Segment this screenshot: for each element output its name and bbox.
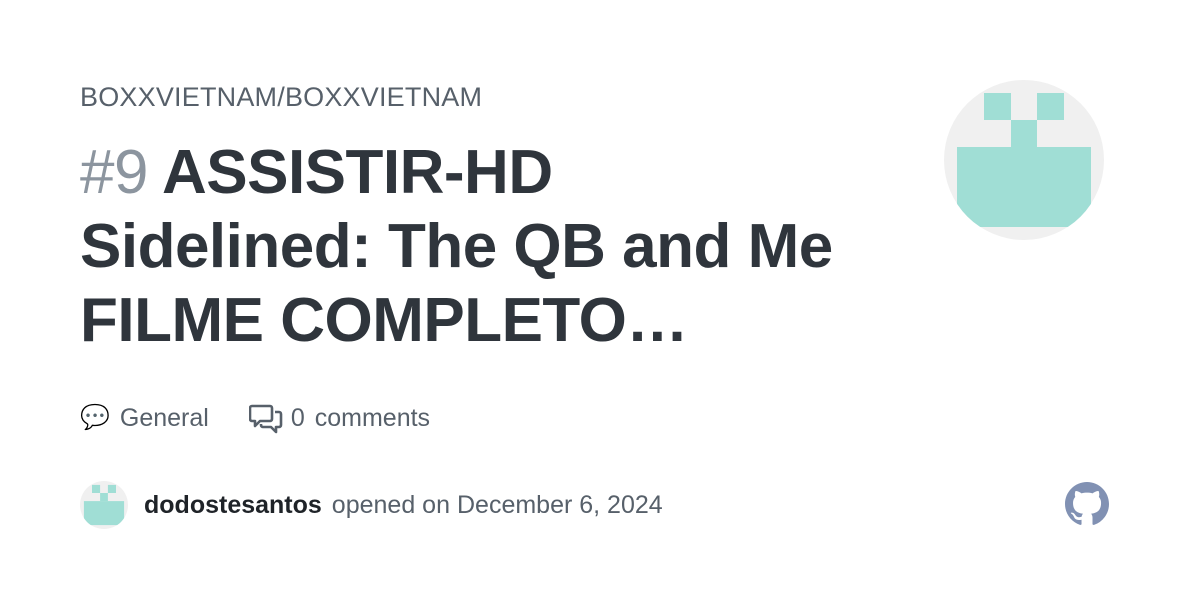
opened-date: December 6, 2024 [456,490,663,519]
comments[interactable]: 0 comments [248,402,431,434]
identicon-icon [83,484,125,526]
comments-label: comments [314,403,431,432]
repo-owner-avatar[interactable] [944,80,1104,240]
author-avatar[interactable] [80,481,128,529]
identicon-icon [957,93,1091,227]
author-row: dodostesantos opened on December 6, 2024 [80,481,663,529]
issue-title-text: ASSISTIR-HD Sidelined: The QB and Me FIL… [80,138,833,355]
repo-path[interactable]: BOXXVIETNAM/BOXXVIETNAM [80,82,482,113]
author-username[interactable]: dodostesantos [144,491,322,520]
github-icon[interactable] [1065,482,1109,526]
comment-count: 0 [290,403,305,432]
comments-icon [248,404,283,434]
issue-meta: 💬 General 0 comments [80,398,430,438]
category[interactable]: 💬 General [80,404,209,433]
category-label: General [119,403,209,432]
issue-number: #9 [80,138,148,207]
opened-label: opened on [331,490,450,519]
issue-title: #9 ASSISTIR-HD Sidelined: The QB and Me F… [80,136,840,358]
speech-balloon-icon: 💬 [80,404,110,431]
